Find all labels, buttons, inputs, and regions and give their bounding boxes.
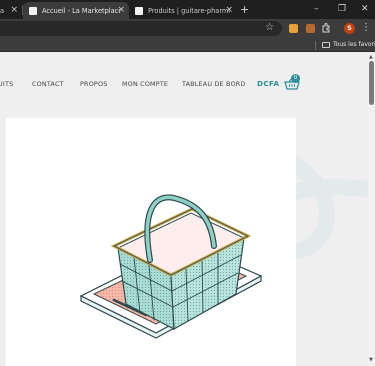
folder-icon [322, 42, 330, 48]
tab-previous[interactable]: a × [0, 2, 20, 19]
shopping-basket-illustration [79, 194, 263, 339]
profile-avatar[interactable]: S [344, 23, 355, 34]
new-tab-button[interactable]: + [240, 2, 249, 17]
extension-icon[interactable] [289, 24, 298, 33]
nav-link-tableau-de-bord[interactable]: TABLEAU DE BORD [182, 80, 246, 89]
puzzle-extensions-icon[interactable] [321, 23, 331, 33]
minimize-button[interactable]: – [314, 3, 319, 15]
browser-toolbar: ☆ S ⋮ [0, 19, 375, 38]
tab-produits[interactable]: Produits | guitare-pharma.com × [131, 2, 237, 19]
bookmark-star-icon[interactable]: ☆ [265, 22, 274, 34]
browser-menu-icon[interactable]: ⋮ [361, 21, 371, 35]
nav-link-mon-compte[interactable]: MON COMPTE [122, 80, 168, 89]
nav-link-contact[interactable]: CONTACT [32, 80, 64, 89]
bookmarks-separator [315, 41, 316, 50]
close-window-button[interactable]: ✕ [361, 3, 369, 15]
tab-close-icon[interactable]: × [225, 5, 233, 15]
tab-accueil[interactable]: Accueil - La Marketplace par et × [23, 2, 129, 19]
scroll-up-arrow-icon[interactable]: ▲ [369, 55, 373, 60]
tab-strip: a × Accueil - La Marketplace par et × Pr… [0, 0, 375, 19]
scroll-down-arrow-icon[interactable]: ▼ [369, 358, 373, 363]
address-bar[interactable]: ☆ [0, 21, 282, 36]
bookmarks-bar: Tous les favoris [0, 38, 375, 52]
web-page: UITS CONTACT PROPOS MON COMPTE TABLEAU D… [0, 53, 368, 366]
scrollbar-thumb[interactable] [369, 61, 374, 105]
product-image-card[interactable] [6, 118, 296, 366]
all-bookmarks-link[interactable]: Tous les favoris [333, 40, 375, 50]
site-favicon-icon [135, 6, 143, 15]
restore-button[interactable]: ❐ [338, 3, 346, 15]
tab-close-icon[interactable]: × [10, 5, 18, 15]
site-favicon-icon [29, 6, 37, 15]
tab-title: a [0, 6, 5, 15]
nav-link-produits[interactable]: UITS [0, 80, 13, 89]
page-scrollbar[interactable]: ▲ ▼ [368, 53, 375, 366]
tab-close-icon[interactable]: × [117, 5, 125, 15]
nav-link-a-propos[interactable]: PROPOS [80, 80, 107, 89]
tab-title: Produits | guitare-pharma.com [148, 6, 230, 15]
tab-title: Accueil - La Marketplace par et [42, 6, 120, 15]
cart-count-badge: 0 [291, 74, 300, 83]
brand-logo-text[interactable]: DCFA [257, 79, 280, 89]
extension-icon[interactable] [306, 24, 315, 33]
